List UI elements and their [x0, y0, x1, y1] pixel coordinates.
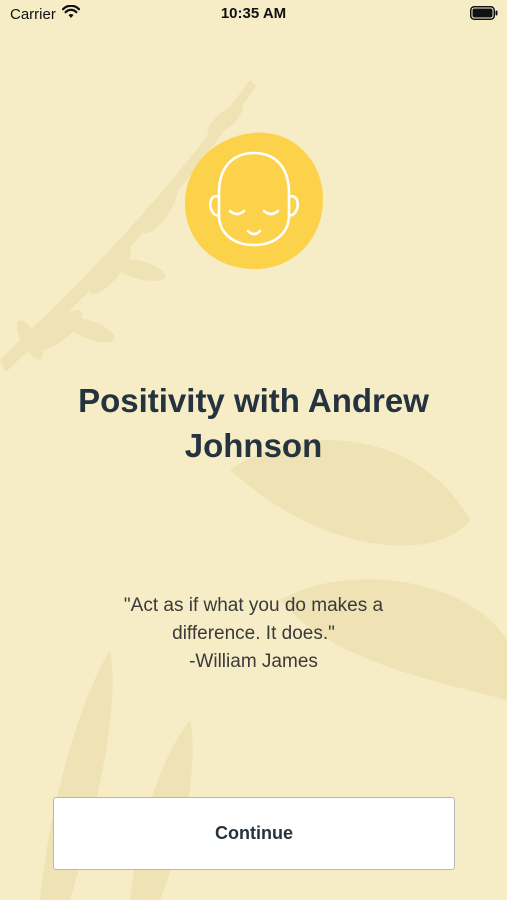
clock: 10:35 AM	[220, 5, 287, 22]
page-title: Positivity with Andrew Johnson	[78, 382, 429, 464]
quote-author: -William James	[189, 651, 318, 672]
status-bar: Carrier 10:35 AM	[0, 0, 507, 28]
meditating-face-icon	[183, 131, 325, 273]
continue-button[interactable]: Continue	[53, 797, 455, 870]
battery-icon	[470, 6, 498, 24]
quote-text: "Act as if what you do makes a differenc…	[123, 595, 384, 644]
